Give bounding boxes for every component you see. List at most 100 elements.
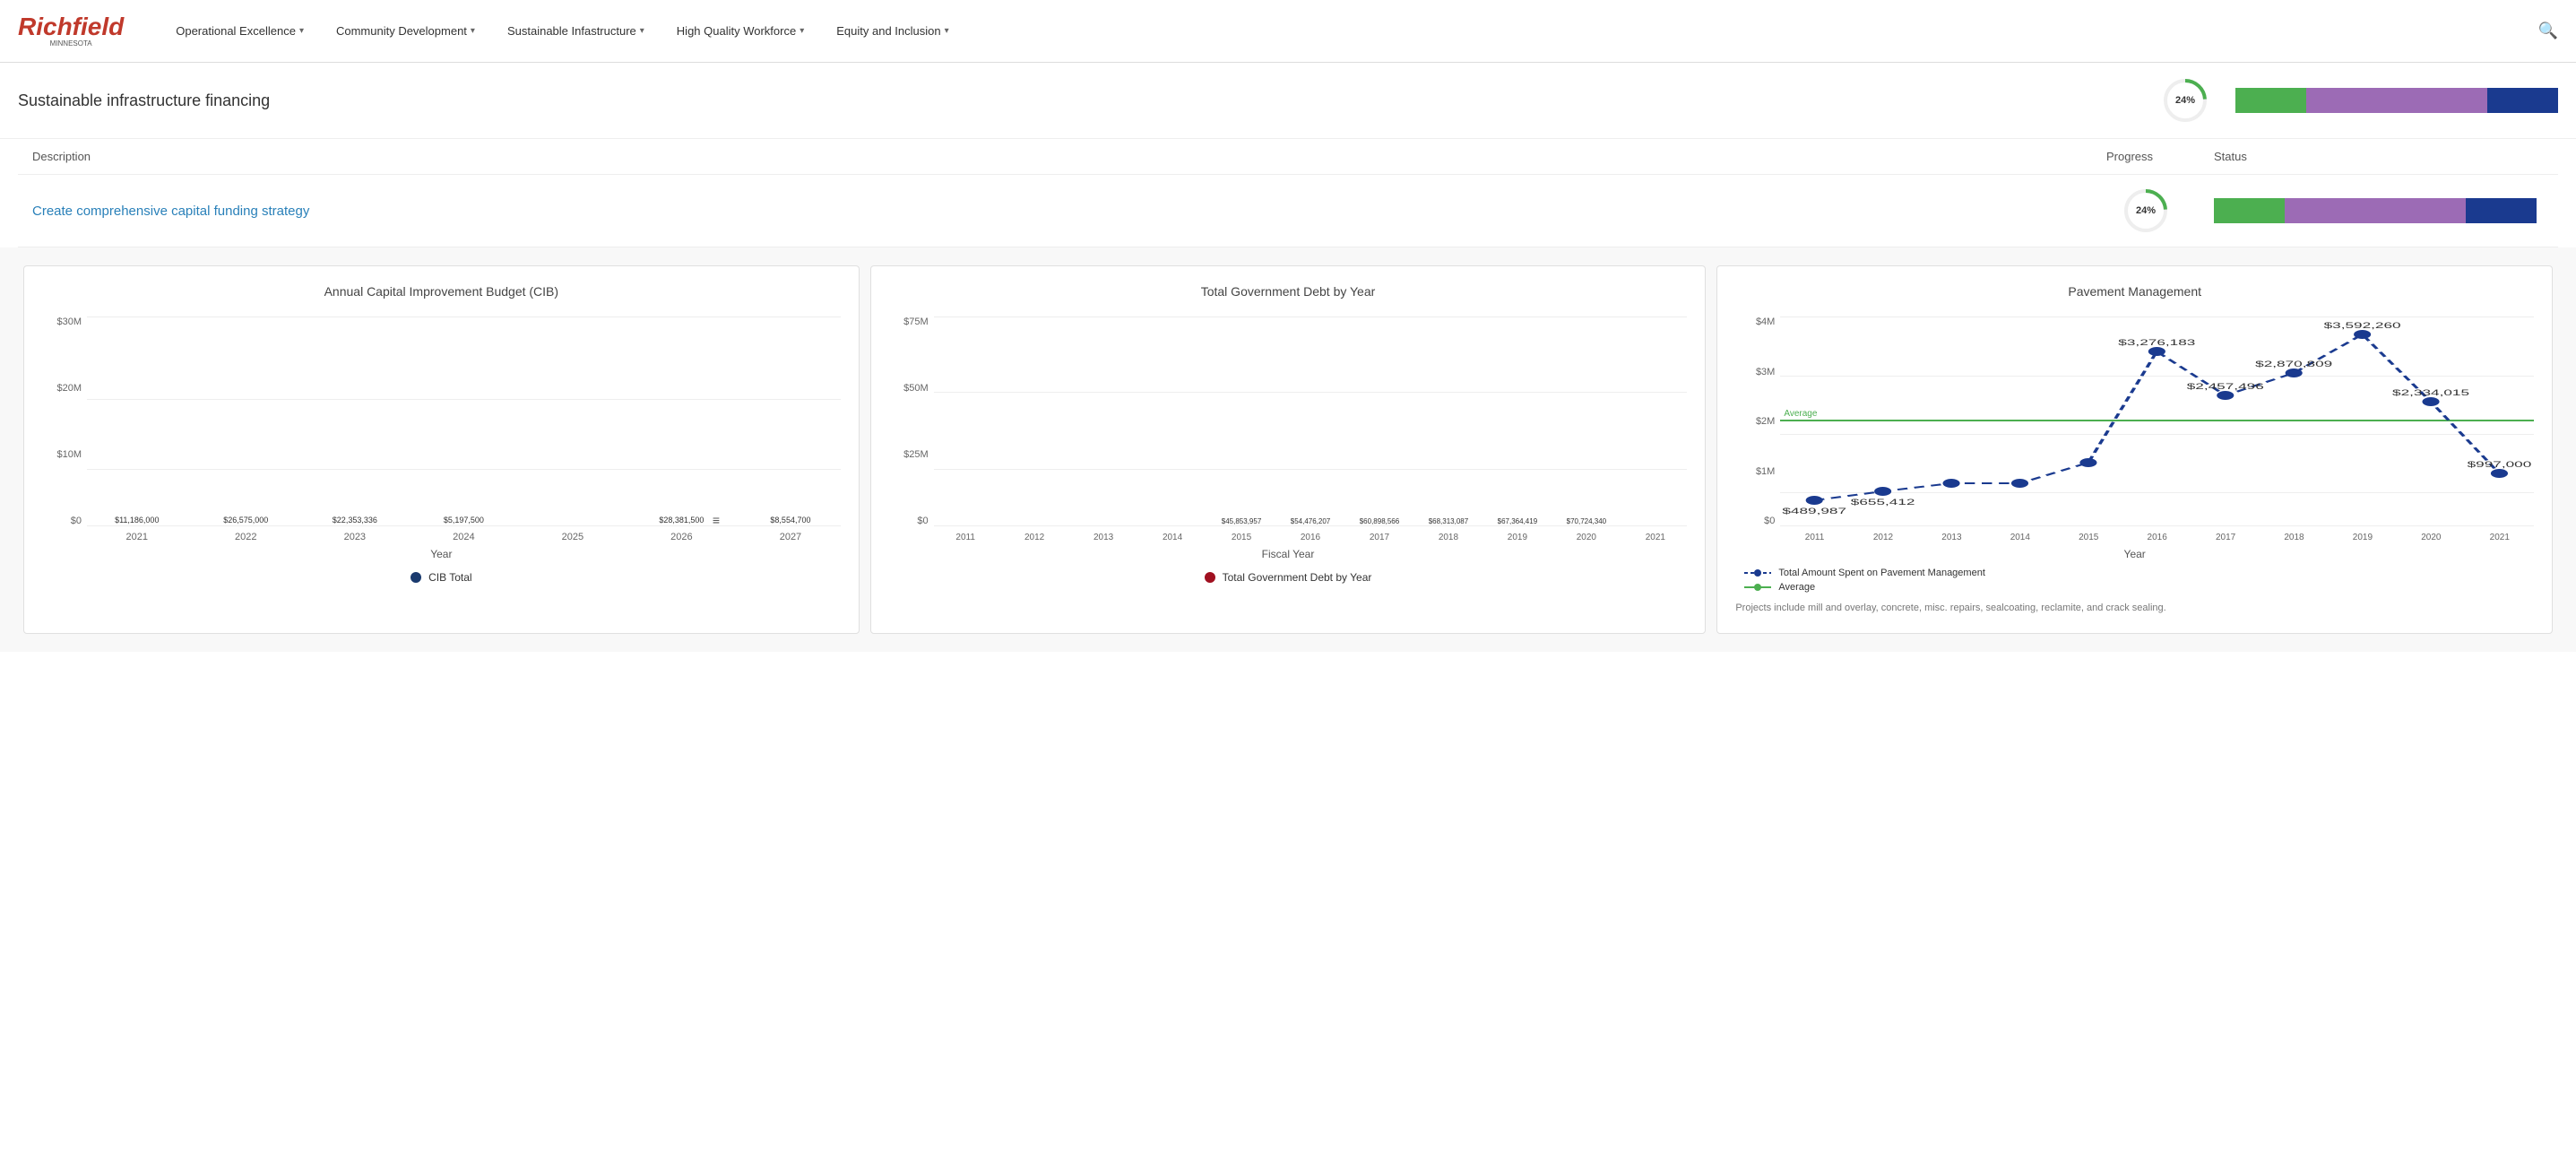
section-header: Sustainable infrastructure financing 24% [0, 63, 2576, 139]
row-status-green [2214, 198, 2285, 223]
point-2020 [2423, 397, 2440, 406]
chevron-down-icon: ▾ [640, 26, 644, 36]
pavement-legend-label-avg: Average [1778, 582, 1815, 593]
legend-dot-cib [411, 572, 421, 583]
status-bar [2235, 88, 2558, 113]
point-2015 [2080, 458, 2097, 467]
description-link[interactable]: Create comprehensive capital funding str… [32, 204, 309, 219]
debt-y-axis: $75M $50M $25M $0 [889, 313, 934, 546]
cib-chart-title: Annual Capital Improvement Budget (CIB) [42, 284, 841, 299]
bar-value-label: $8,554,700 [770, 516, 810, 525]
pavement-legend-label-line: Total Amount Spent on Pavement Managemen… [1778, 568, 1985, 578]
pavement-x-title: Year [1735, 548, 2534, 560]
debt-bars: $45,853,957 $54,476,207 $60,898,566 $68,… [934, 313, 1688, 546]
pt-label-2011: $489,987 [1783, 507, 1847, 516]
grid-line [87, 399, 841, 400]
logo[interactable]: Richfield MINNESOTA [18, 14, 124, 48]
cib-bars-container: $11,186,000 $26,575,000 $22,353,336 [87, 313, 841, 546]
chevron-down-icon: ▾ [299, 26, 304, 36]
pavement-line [1815, 334, 2500, 500]
pavement-x-labels: 2011 2012 2013 2014 2015 2016 2017 2018 … [1780, 533, 2534, 542]
status-segment-green [2235, 88, 2306, 113]
legend-label-cib: CIB Total [428, 571, 471, 584]
cib-x-labels: 2021 2022 2023 2024 2025 2026 2027 [87, 532, 841, 542]
point-2021 [2491, 469, 2508, 478]
pt-label-2012: $655,412 [1851, 498, 1915, 507]
point-2011 [1806, 496, 1823, 505]
nav-community-development[interactable]: Community Development ▾ [320, 0, 491, 63]
nav-label: High Quality Workforce [677, 24, 796, 38]
th-status: Status [2200, 139, 2558, 175]
pavement-legend: Total Amount Spent on Pavement Managemen… [1735, 568, 2534, 593]
row-status-blue [2466, 198, 2537, 223]
pavement-note: Projects include mill and overlay, concr… [1735, 602, 2534, 615]
search-icon[interactable]: 🔍 [2538, 22, 2558, 40]
pt-label-2016: $3,276,183 [2119, 338, 2196, 347]
circle-label: 24% [2175, 95, 2195, 106]
row-progress-circle: 24% [2122, 187, 2169, 234]
legend-label-debt: Total Government Debt by Year [1223, 571, 1372, 584]
legend-line-icon [1744, 568, 1771, 578]
point-2013 [1943, 479, 1960, 488]
nav-operational-excellence[interactable]: Operational Excellence ▾ [160, 0, 320, 63]
row-status-bar [2214, 198, 2537, 223]
debt-chart-card: Total Government Debt by Year $75M $50M … [870, 265, 1707, 634]
pt-label-2019: $3,592,260 [2324, 321, 2401, 330]
bar-value-label: $5,197,500 [444, 516, 484, 525]
grid-line [934, 392, 1688, 393]
chevron-down-icon: ▾ [471, 26, 475, 36]
cib-legend: CIB Total [42, 571, 841, 584]
table-section: Description Progress Status Create compr… [0, 139, 2576, 247]
cib-x-title: Year [42, 548, 841, 560]
nav-high-quality-workforce[interactable]: High Quality Workforce ▾ [661, 0, 820, 63]
pavement-legend-avg: Average [1744, 582, 2534, 593]
nav-sustainable-infastructure[interactable]: Sustainable Infastructure ▾ [491, 0, 661, 63]
pavement-y-axis: $4M $3M $2M $1M $0 [1735, 313, 1780, 546]
cib-chart-card: Annual Capital Improvement Budget (CIB) … [23, 265, 860, 634]
nav-equity-inclusion[interactable]: Equity and Inclusion ▾ [820, 0, 964, 63]
debt-bars-container: $45,853,957 $54,476,207 $60,898,566 $68,… [934, 313, 1688, 546]
point-2018 [2286, 369, 2303, 377]
chevron-down-icon: ▾ [800, 26, 804, 36]
pt-label-2021: $997,000 [2468, 460, 2532, 469]
grid-line [934, 525, 1688, 526]
pt-label-2017: $2,457,496 [2187, 382, 2264, 391]
navigation: Richfield MINNESOTA Operational Excellen… [0, 0, 2576, 63]
bar-value-label: $28,381,500 [659, 516, 704, 525]
charts-area: Annual Capital Improvement Budget (CIB) … [0, 247, 2576, 652]
legend-avg-icon [1744, 582, 1771, 593]
point-2014 [2011, 479, 2028, 488]
bar-value-label: $22,353,336 [333, 516, 377, 525]
section-progress-circle: 24% [2162, 77, 2209, 124]
pt-label-2018: $2,870,809 [2256, 360, 2333, 369]
cib-bars: $11,186,000 $26,575,000 $22,353,336 [87, 313, 841, 546]
pavement-line-svg: $489,987 $655,412 $3,276,183 $2,457,496 … [1780, 313, 2534, 526]
overflow-icon: ≡ [713, 514, 720, 526]
section-title: Sustainable infrastructure financing [18, 91, 2162, 110]
table-row: Create comprehensive capital funding str… [18, 175, 2558, 247]
pavement-chart-title: Pavement Management [1735, 284, 2534, 299]
grid-line [87, 469, 841, 470]
bar-value-label: $11,186,000 [115, 516, 159, 525]
row-circle-label: 24% [2136, 205, 2156, 216]
nav-label: Operational Excellence [176, 24, 296, 38]
table-cell-progress: 24% [2092, 175, 2200, 247]
pavement-chart-card: Pavement Management $4M $3M $2M $1M $0 A… [1716, 265, 2553, 634]
pavement-legend-line: Total Amount Spent on Pavement Managemen… [1744, 568, 2534, 578]
debt-x-title: Fiscal Year [889, 548, 1688, 560]
point-2019 [2354, 330, 2371, 339]
logo-subtitle: MINNESOTA [18, 39, 124, 48]
nav-label: Equity and Inclusion [836, 24, 940, 38]
nav-label: Sustainable Infastructure [507, 24, 636, 38]
th-progress: Progress [2092, 139, 2200, 175]
bar-group-2026: $28,381,500 ≡ [632, 516, 732, 526]
chevron-down-icon: ▾ [945, 26, 949, 36]
th-description: Description [18, 139, 2092, 175]
pavement-chart-area: Average [1780, 313, 2534, 546]
logo-text: Richfield [18, 14, 124, 39]
point-2012 [1874, 487, 1891, 496]
debt-chart-title: Total Government Debt by Year [889, 284, 1688, 299]
bar-value-label: $26,575,000 [223, 516, 268, 525]
grid-line [934, 469, 1688, 470]
status-segment-purple [2306, 88, 2487, 113]
